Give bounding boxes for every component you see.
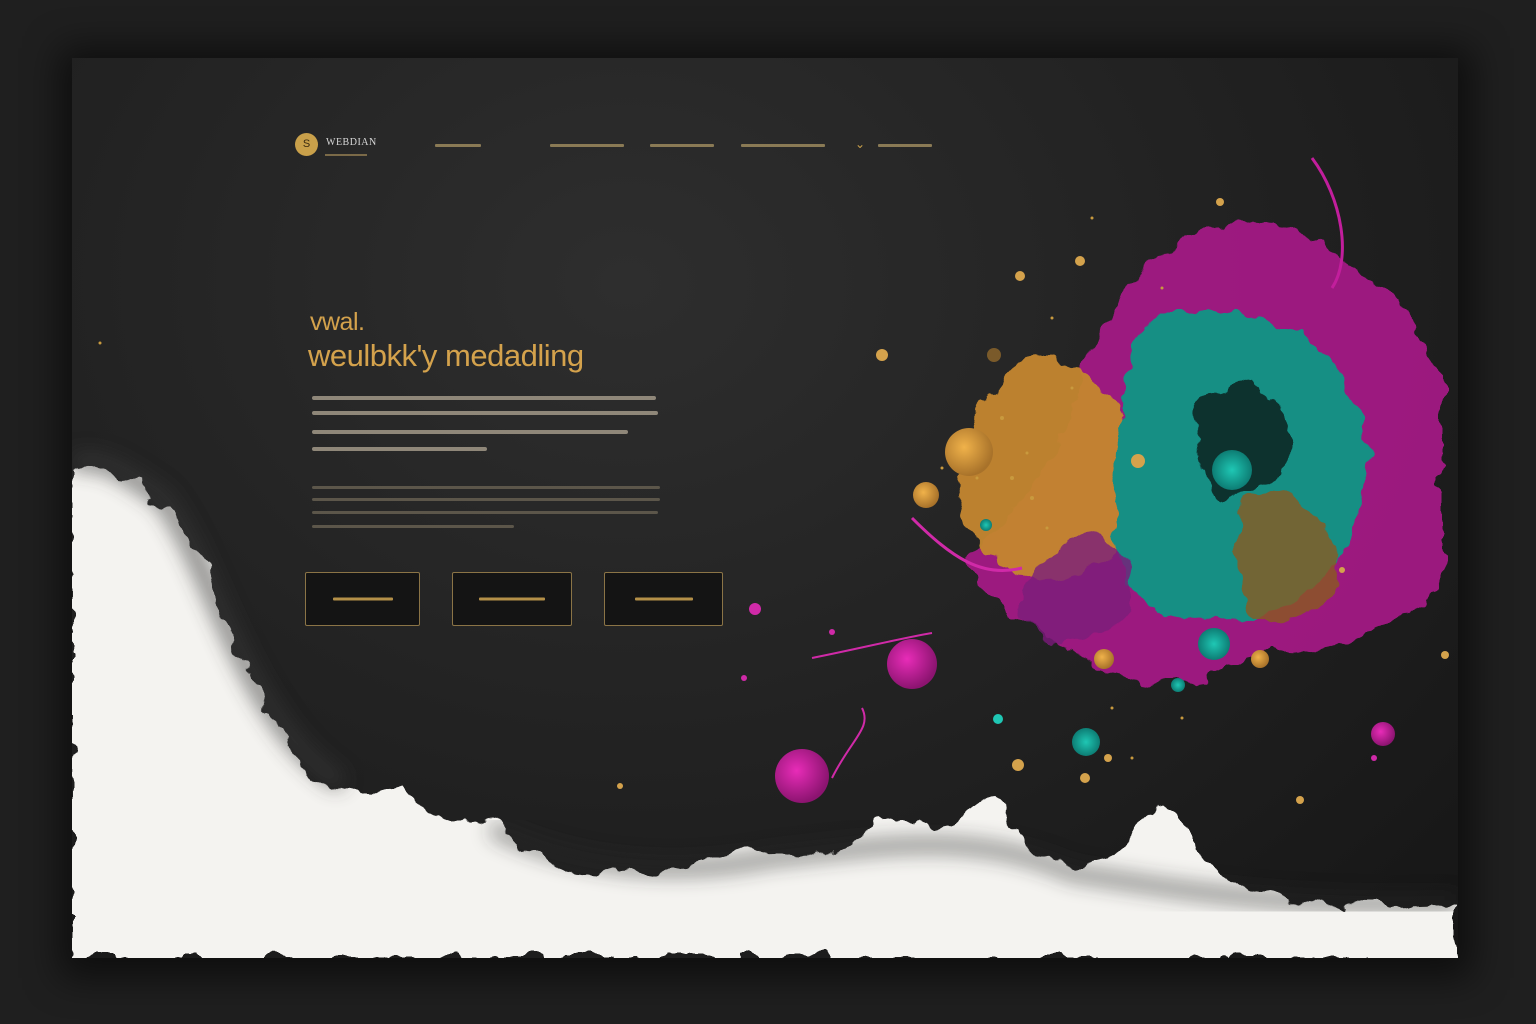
paint-drip — [831, 707, 866, 779]
cta-button-3-label — [634, 597, 693, 601]
brand-tagline-placeholder — [325, 154, 367, 156]
cta-button-3[interactable] — [604, 572, 723, 626]
cta-button-1-label — [332, 597, 393, 601]
nav-link-1[interactable] — [435, 144, 481, 147]
brand-name[interactable]: WEBDIAN — [326, 137, 377, 148]
brand-logo[interactable]: S — [295, 133, 318, 156]
hero-artwork — [72, 157, 1458, 958]
nav-link-3[interactable] — [650, 144, 714, 147]
hero-kicker: vwal. — [310, 308, 365, 336]
cta-button-2[interactable] — [452, 572, 572, 626]
nav-link-5[interactable] — [878, 144, 932, 147]
cta-button-2-label — [479, 597, 545, 601]
paint-splash — [960, 222, 1442, 683]
cta-button-1[interactable] — [305, 572, 420, 626]
nav-link-2[interactable] — [550, 144, 624, 147]
hero-title: weulbkk'y medadling — [308, 338, 584, 373]
landing-page: S WEBDIAN ⌄ vwal. weulbkk'y medadling — [72, 58, 1458, 958]
nav-link-4[interactable] — [741, 144, 825, 147]
chevron-down-icon[interactable]: ⌄ — [855, 138, 865, 150]
